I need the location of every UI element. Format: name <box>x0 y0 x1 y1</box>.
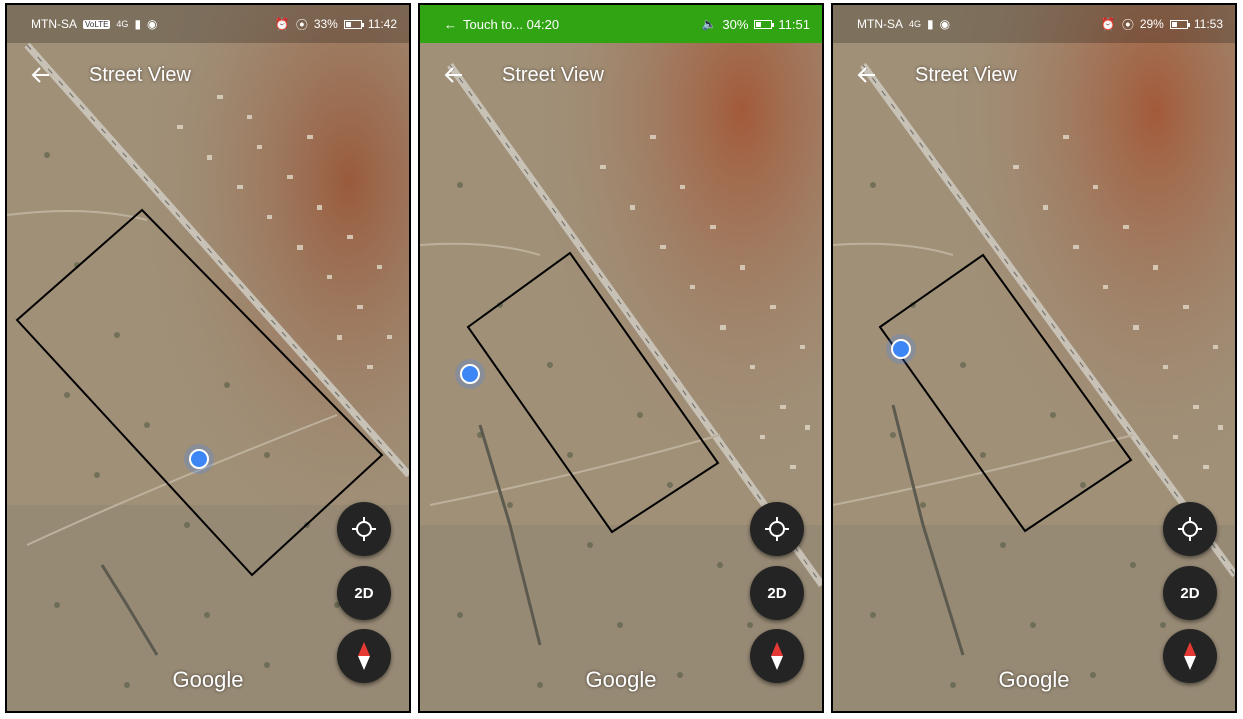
google-watermark: Google <box>172 667 244 692</box>
carrier-label: MTN-SA <box>857 17 903 31</box>
page-title: Street View <box>89 63 191 86</box>
back-arrow-icon: ← <box>444 16 457 32</box>
phone-screen-2: ← Touch to... 04:20 🔈 30% 11:51 Street V… <box>418 3 824 713</box>
battery-icon <box>343 19 364 29</box>
phone-screen-1: MTN-SA VoLTE 4G ▮ ◉ ⏰ ⦿ 33% 11:42 Street… <box>5 3 411 713</box>
compass-icon <box>1184 642 1196 670</box>
touch-to-return-label: Touch to... 04:20 <box>463 16 560 32</box>
view-2d-button[interactable]: 2D <box>337 566 391 620</box>
volte-badge: VoLTE <box>83 19 111 29</box>
signal-icon: ▮ <box>927 17 934 31</box>
location-dot[interactable] <box>184 444 214 474</box>
clock: 11:42 <box>367 17 397 31</box>
eye-icon: ◉ <box>147 17 158 31</box>
phone-screen-3: MTN-SA 4G ▮ ◉ ⏰ ⦿ 29% 11:53 Street View <box>831 3 1237 713</box>
back-arrow-icon <box>857 67 875 83</box>
app-bar: Street View <box>420 53 822 97</box>
view-2d-button[interactable]: 2D <box>1163 566 1217 620</box>
battery-percent: 30% <box>722 16 749 32</box>
back-button[interactable] <box>430 53 478 97</box>
clock: 11:51 <box>778 16 810 32</box>
eye-icon: ◉ <box>939 17 951 31</box>
battery-icon <box>1169 19 1190 29</box>
back-button[interactable] <box>17 53 65 97</box>
battery-icon <box>754 19 775 29</box>
my-location-button[interactable] <box>750 502 804 556</box>
alarm-icon: ⏰ <box>274 17 290 31</box>
google-watermark: Google <box>585 667 657 692</box>
view-2d-button[interactable]: 2D <box>750 566 804 620</box>
location-pin-icon: ⦿ <box>295 17 308 32</box>
carrier-label: MTN-SA <box>31 17 77 31</box>
clock: 11:53 <box>1193 17 1223 31</box>
compass-icon <box>771 642 783 670</box>
location-dot[interactable] <box>455 359 485 389</box>
app-bar: Street View <box>7 53 409 97</box>
battery-percent: 29% <box>1139 17 1164 31</box>
back-arrow-icon <box>444 67 462 83</box>
page-title: Street View <box>915 63 1017 86</box>
google-watermark: Google <box>998 667 1070 692</box>
back-arrow-icon <box>31 67 49 83</box>
location-pin-icon: ⦿ <box>1121 17 1134 32</box>
my-location-icon <box>352 517 376 541</box>
signal-label: 4G <box>909 19 922 29</box>
call-status-bar[interactable]: ← Touch to... 04:20 🔈 30% 11:51 <box>420 5 822 43</box>
signal-label: 4G <box>116 19 129 29</box>
page-title: Street View <box>502 63 604 86</box>
battery-percent: 33% <box>313 17 338 31</box>
alarm-icon: ⏰ <box>1100 17 1116 31</box>
my-location-button[interactable] <box>337 502 391 556</box>
signal-icon: ▮ <box>134 17 142 31</box>
my-location-icon <box>765 517 789 541</box>
speaker-icon: 🔈 <box>701 17 717 31</box>
status-bar: MTN-SA 4G ▮ ◉ ⏰ ⦿ 29% 11:53 <box>833 5 1235 43</box>
my-location-icon <box>1178 517 1202 541</box>
my-location-button[interactable] <box>1163 502 1217 556</box>
location-dot[interactable] <box>886 334 916 364</box>
status-bar: MTN-SA VoLTE 4G ▮ ◉ ⏰ ⦿ 33% 11:42 <box>7 5 409 43</box>
app-bar: Street View <box>833 53 1235 97</box>
back-button[interactable] <box>843 53 891 97</box>
compass-icon <box>358 642 370 670</box>
